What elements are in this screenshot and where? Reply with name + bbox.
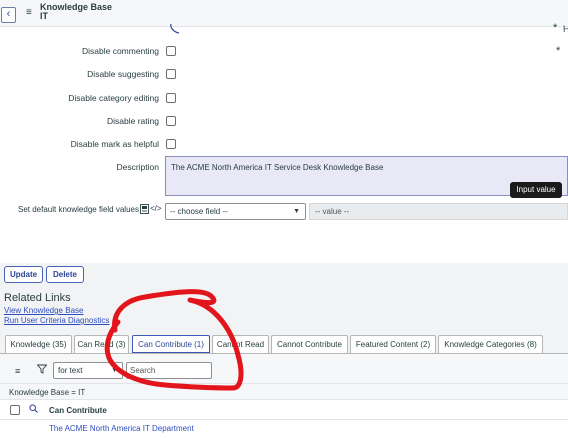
phone-icon — [170, 24, 180, 34]
delete-button[interactable]: Delete — [46, 266, 84, 283]
filter-icon[interactable] — [37, 364, 47, 374]
tab-knowledge-categories[interactable]: Knowledge Categories (8) — [438, 335, 543, 353]
disable-rating-checkbox[interactable] — [166, 116, 176, 126]
search-field-select[interactable]: for text ▼ — [53, 362, 123, 379]
disable-mark-helpful-checkbox[interactable] — [166, 139, 176, 149]
disable-mark-helpful-label: Disable mark as helpful — [70, 139, 159, 149]
breadcrumb[interactable]: Knowledge Base = IT — [9, 388, 85, 397]
required-marker: * — [553, 22, 558, 34]
search-field-value: for text — [58, 366, 83, 375]
disable-commenting-label: Disable commenting — [81, 46, 159, 56]
page-title: Knowledge Base IT — [40, 3, 112, 21]
page-title-line1: Knowledge Base — [40, 2, 113, 12]
tab-can-contribute[interactable]: Can Contribute (1) — [132, 335, 210, 353]
choose-field-select[interactable]: -- choose field -- ▼ — [165, 203, 306, 220]
disable-category-editing-checkbox[interactable] — [166, 93, 176, 103]
can-contribute-column-title[interactable]: Can Contribute — [49, 406, 107, 415]
dropdown-arrow-icon: ▼ — [293, 208, 300, 215]
column-search-icon[interactable] — [29, 404, 38, 413]
tab-featured-content[interactable]: Featured Content (2) — [350, 335, 436, 353]
tab-cannot-contribute[interactable]: Cannot Contribute — [271, 335, 348, 353]
disable-category-editing-label: Disable category editing — [68, 93, 159, 103]
hamburger-icon[interactable]: ≡ — [26, 7, 32, 18]
tab-knowledge[interactable]: Knowledge (35) — [5, 335, 72, 353]
choose-field-value: -- choose field -- — [170, 207, 228, 216]
tab-cannot-read[interactable]: Cannot Read — [212, 335, 269, 353]
list-search-input[interactable]: Search — [126, 362, 212, 379]
value-placeholder: -- value -- — [315, 207, 350, 216]
value-input[interactable]: -- value -- — [309, 203, 568, 220]
input-value-tooltip: Input value — [510, 182, 562, 198]
update-button[interactable]: Update — [4, 266, 43, 283]
related-links-title: Related Links — [4, 292, 71, 304]
select-all-checkbox[interactable] — [10, 405, 20, 415]
disable-suggesting-label: Disable suggesting — [87, 69, 159, 79]
list-menu-icon[interactable]: ≡ — [15, 366, 20, 376]
disable-commenting-checkbox[interactable] — [166, 46, 176, 56]
required-marker-2: * — [556, 45, 561, 57]
field-label-partial: H — [563, 24, 568, 34]
script-icon[interactable]: </> — [150, 204, 162, 213]
description-label: Description — [116, 162, 159, 172]
disable-suggesting-checkbox[interactable] — [166, 69, 176, 79]
dropdown-arrow-icon-2: ▼ — [111, 367, 118, 374]
description-value: The ACME North America IT Service Desk K… — [171, 163, 384, 172]
description-textarea[interactable]: The ACME North America IT Service Desk K… — [165, 156, 568, 196]
view-knowledge-base-link[interactable]: View Knowledge Base — [4, 306, 83, 315]
page-title-line2: IT — [40, 11, 48, 21]
tab-can-read[interactable]: Can Read (3) — [74, 335, 129, 353]
template-icon[interactable] — [140, 204, 149, 214]
table-row[interactable]: The ACME North America IT Department — [49, 424, 194, 433]
chevron-left-icon: ‹ — [6, 8, 11, 20]
default-values-label: Set default knowledge field values — [18, 205, 139, 214]
disable-rating-label: Disable rating — [107, 116, 159, 126]
back-button[interactable]: ‹ — [1, 7, 16, 23]
list-search-placeholder: Search — [130, 366, 156, 375]
run-user-criteria-link[interactable]: Run User Criteria Diagnostics — [4, 316, 109, 325]
